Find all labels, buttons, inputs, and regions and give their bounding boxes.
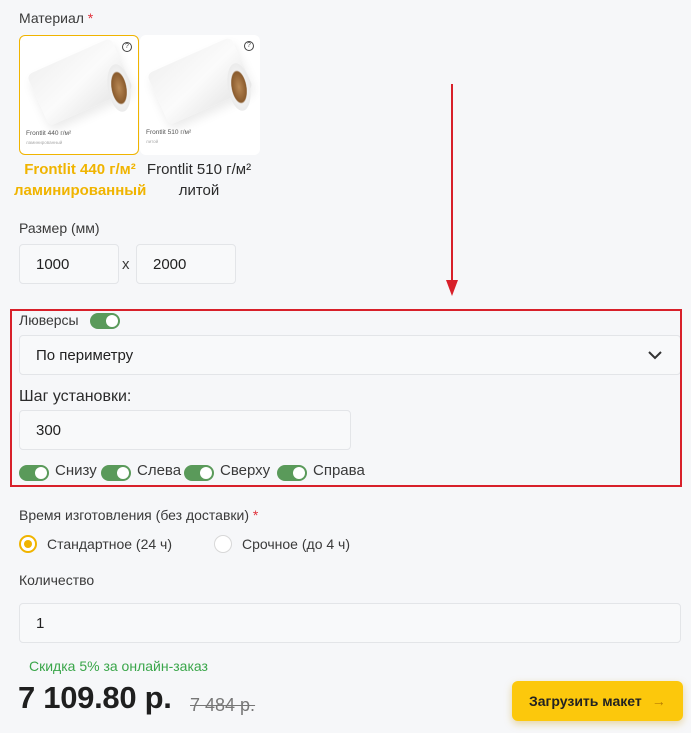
grommets-toggle[interactable] (90, 313, 120, 329)
radio-urgent[interactable] (214, 535, 232, 553)
arrow-right-icon: → (651, 693, 666, 709)
side-toggle-right[interactable] (277, 465, 307, 481)
help-icon[interactable]: ? (244, 41, 254, 51)
radio-standard[interactable] (19, 535, 37, 553)
roll-core (223, 61, 255, 113)
radio-standard-label[interactable]: Стандартное (24 ч) (47, 536, 172, 552)
height-input[interactable]: 2000 (136, 244, 236, 284)
placement-select[interactable]: По периметру (19, 335, 681, 375)
placement-select-value: По периметру (36, 346, 134, 364)
card-subcaption: ламинированный (26, 140, 63, 145)
step-label: Шаг установки: (19, 388, 132, 405)
production-time-label: Время изготовления (без доставки) * (19, 507, 258, 523)
size-separator: x (122, 256, 130, 273)
upload-layout-button-label: Загрузить макет (529, 693, 642, 709)
price: 7 109.80 р. (18, 680, 172, 715)
material-label-text: Материал (19, 10, 84, 26)
upload-layout-button[interactable]: Загрузить макет → (512, 681, 683, 721)
help-icon[interactable]: ? (122, 42, 132, 52)
required-mark: * (252, 507, 259, 523)
size-label: Размер (мм) (19, 220, 100, 236)
material-label: Материал * (19, 10, 93, 26)
side-toggle-top[interactable] (184, 465, 214, 481)
card-subcaption: литой (146, 139, 159, 144)
side-label-left: Слева (137, 462, 182, 479)
required-mark: * (87, 10, 94, 26)
material-name-frontlit-440[interactable]: Frontlit 440 г/м² ламинированный (14, 159, 146, 201)
quantity-label: Количество (19, 572, 95, 588)
side-label-right: Справа (313, 462, 365, 479)
material-card-frontlit-510[interactable]: ? Frontlit 510 г/м² литой (140, 35, 260, 155)
material-card-frontlit-440[interactable]: ? Frontlit 440 г/м² ламинированный (19, 35, 139, 155)
side-label-top: Сверху (220, 462, 271, 479)
material-name-line2: ламинированный (14, 182, 147, 199)
radio-urgent-label[interactable]: Срочное (до 4 ч) (242, 536, 350, 552)
material-name-frontlit-510[interactable]: Frontlit 510 г/м² литой (138, 159, 260, 201)
production-time-label-text: Время изготовления (без доставки) (19, 507, 250, 523)
material-name-line2: литой (178, 182, 220, 199)
quantity-input[interactable]: 1 (19, 603, 681, 643)
side-label-bottom: Снизу (55, 462, 97, 479)
step-input[interactable]: 300 (19, 410, 351, 450)
width-input[interactable]: 1000 (19, 244, 119, 284)
discount-note: Скидка 5% за онлайн-заказ (29, 658, 208, 674)
side-toggle-bottom[interactable] (19, 465, 49, 481)
roll-core (103, 62, 135, 114)
material-name-line1: Frontlit 510 г/м² (146, 161, 252, 178)
old-price: 7 484 р. (190, 695, 256, 715)
side-toggle-left[interactable] (101, 465, 131, 481)
card-caption: Frontlit 440 г/м² (26, 130, 72, 137)
card-caption: Frontlit 510 г/м² (146, 129, 192, 136)
grommets-label: Люверсы (19, 312, 79, 328)
chevron-down-icon (648, 351, 662, 360)
material-name-line1: Frontlit 440 г/м² (24, 161, 136, 178)
annotation-arrow-icon (446, 84, 458, 296)
